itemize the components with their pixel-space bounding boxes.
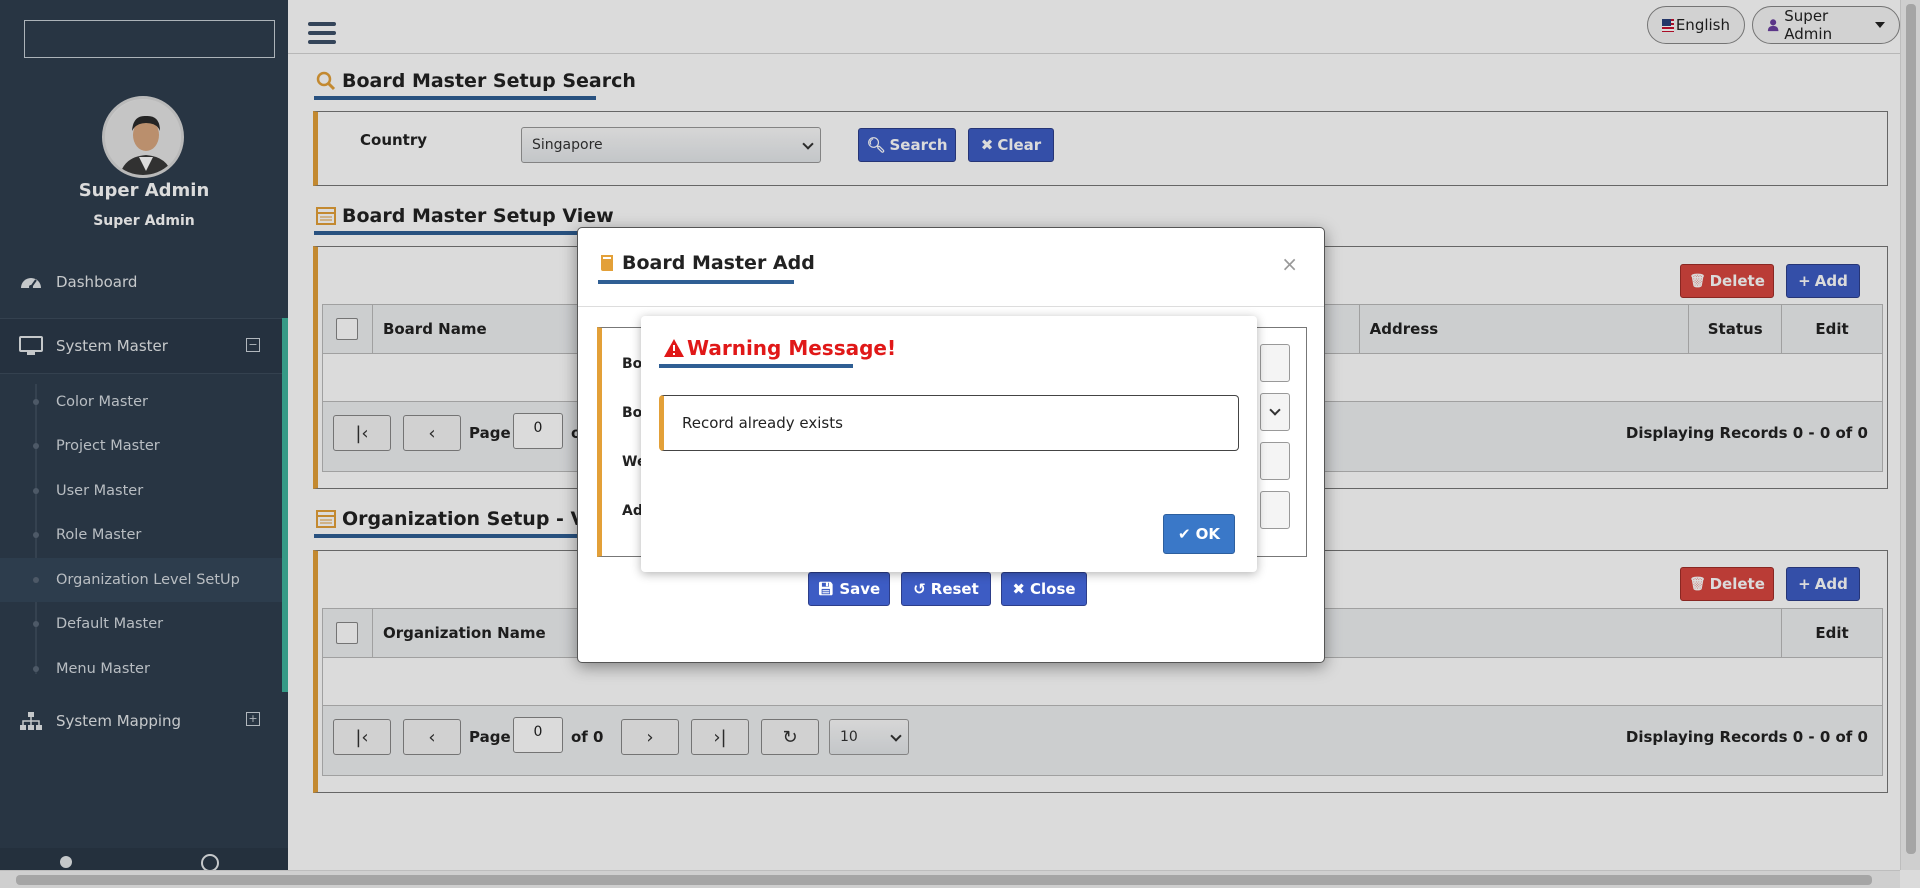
close-button-label: Close (1030, 580, 1076, 598)
title-underline (659, 364, 853, 368)
modal-title-text: Board Master Add (622, 252, 815, 274)
modal-divider (578, 306, 1324, 307)
address-input[interactable] (1260, 491, 1290, 529)
undo-icon: ↺ (913, 580, 926, 598)
warning-message: Record already exists (682, 414, 843, 432)
save-button[interactable]: 💾︎ Save (808, 572, 890, 606)
warning-message-box: Record already exists (659, 395, 1239, 451)
warning-dialog: Warning Message! Record already exists ✔… (641, 316, 1257, 572)
board-select[interactable] (1260, 393, 1290, 431)
save-icon: 💾︎ (817, 581, 835, 597)
warning-title: Warning Message! (663, 336, 896, 360)
close-icon[interactable]: × (1281, 252, 1298, 276)
reset-button[interactable]: ↺ Reset (901, 572, 991, 606)
website-input[interactable] (1260, 442, 1290, 480)
close-button[interactable]: ✖ Close (1001, 572, 1087, 606)
title-underline (598, 280, 794, 284)
modal-title: Board Master Add (598, 252, 815, 274)
save-button-label: Save (839, 580, 881, 598)
ok-button-label: OK (1195, 525, 1220, 543)
warning-icon (664, 339, 684, 357)
book-icon (601, 255, 613, 271)
warning-title-text: Warning Message! (687, 336, 897, 360)
ok-button[interactable]: ✔ OK (1163, 514, 1235, 554)
chevron-down-icon (1269, 404, 1281, 416)
reset-button-label: Reset (930, 580, 979, 598)
check-icon: ✔ (1178, 525, 1191, 543)
times-icon: ✖ (1012, 580, 1025, 598)
board-code-input[interactable] (1260, 344, 1290, 382)
